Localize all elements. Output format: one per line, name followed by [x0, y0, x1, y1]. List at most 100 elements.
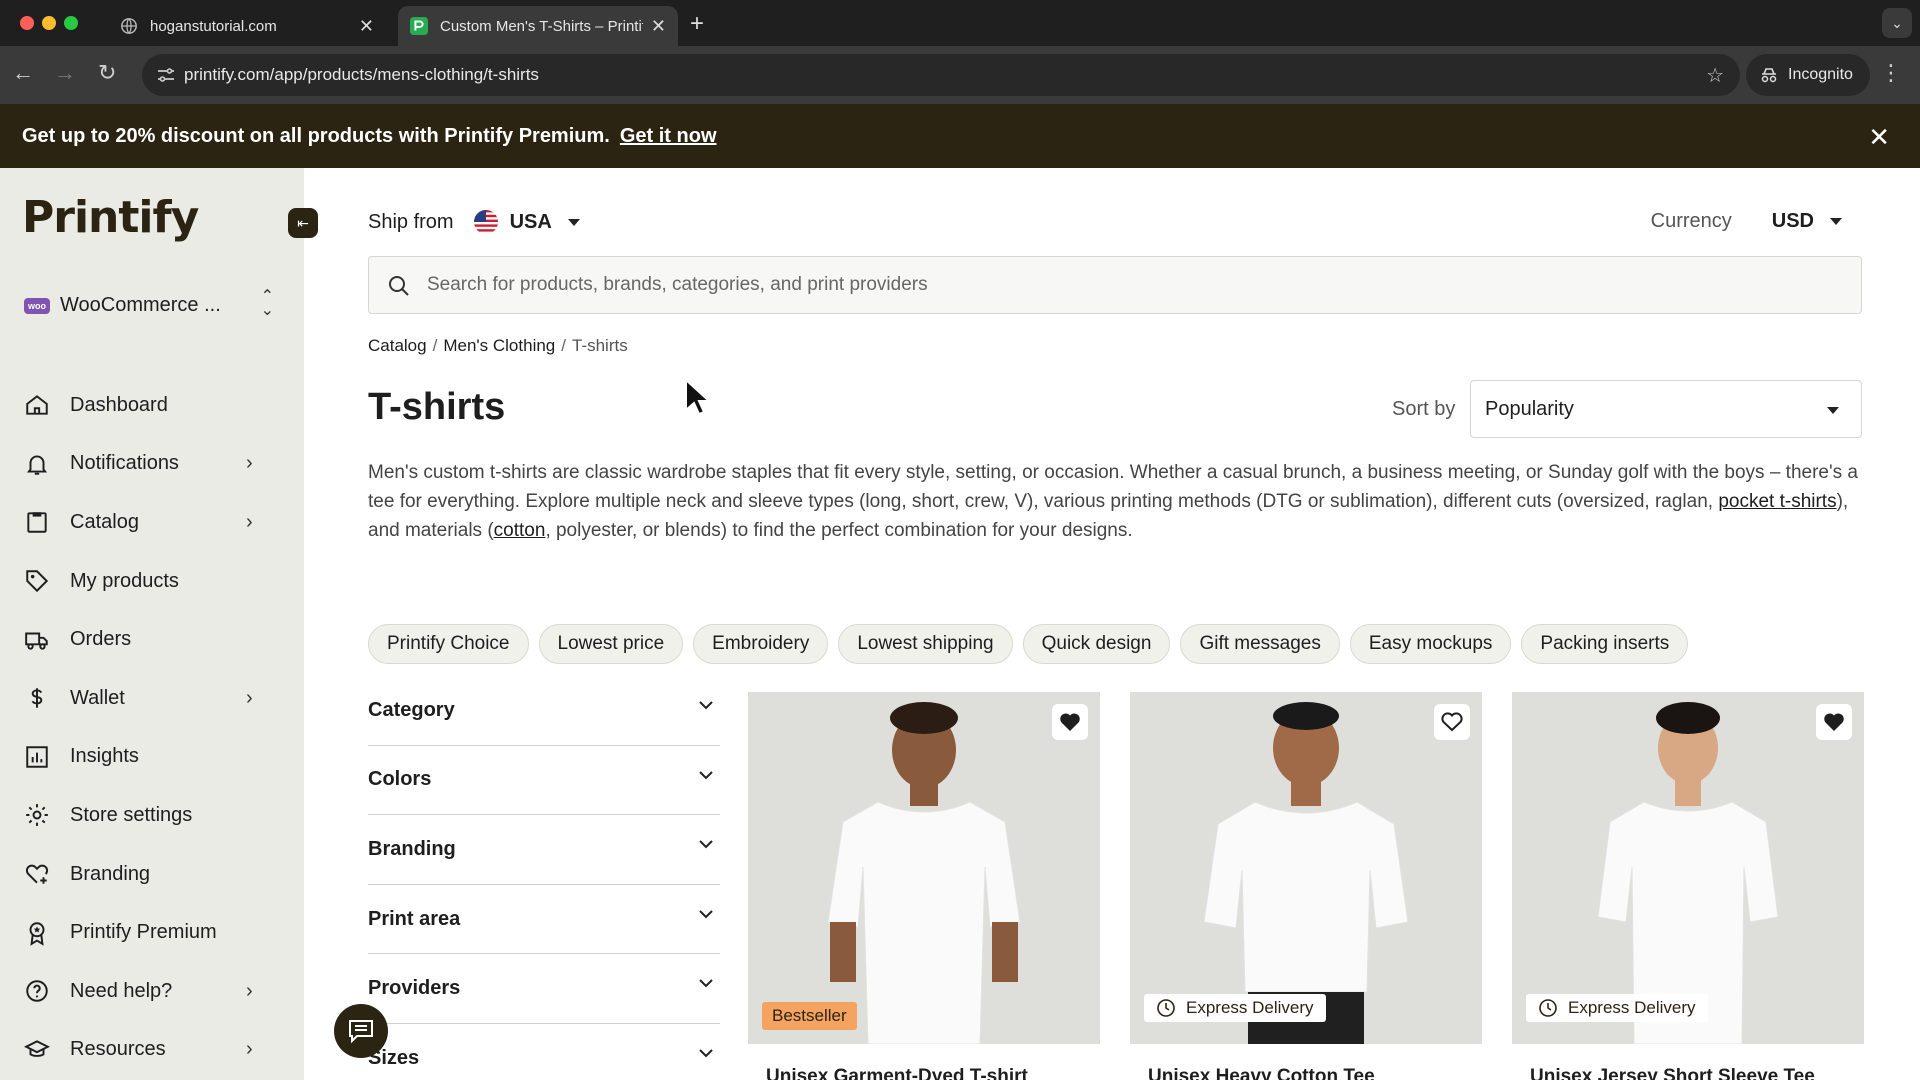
sidebar-item-dashboard[interactable]: Dashboard: [0, 376, 304, 435]
caret-down-icon: [1830, 218, 1842, 225]
globe-icon: [121, 18, 137, 34]
filter-panel: Category Colors Branding Print area Prov…: [368, 676, 720, 1080]
sort-value: Popularity: [1485, 397, 1574, 420]
product-image[interactable]: Express Delivery: [1130, 692, 1482, 1044]
sidebar-item-branding[interactable]: Branding: [0, 845, 304, 904]
product-title[interactable]: Unisex Heavy Cotton Tee: [1130, 1066, 1482, 1080]
sidebar-item-resources[interactable]: Resources ›: [0, 1021, 304, 1080]
product-card[interactable]: Express Delivery Unisex Heavy Cotton Tee: [1130, 692, 1482, 1080]
clock-icon: [1539, 999, 1557, 1017]
close-banner-icon[interactable]: ✕: [1868, 122, 1890, 153]
filter-category[interactable]: Category: [368, 676, 720, 746]
search-icon: [389, 276, 409, 296]
bookmark-star-icon[interactable]: ☆: [1706, 63, 1724, 88]
new-tab-icon[interactable]: +: [690, 10, 704, 38]
product-title[interactable]: Unisex Jersey Short Sleeve Tee: [1512, 1066, 1864, 1080]
chip-embroidery[interactable]: Embroidery: [693, 624, 829, 664]
store-switcher[interactable]: woo WooCommerce ... ⌃ ⌄: [24, 289, 274, 319]
printify-logo[interactable]: Printify: [22, 192, 199, 243]
forward-icon[interactable]: →: [54, 60, 76, 86]
search-input[interactable]: Search for products, brands, categories,…: [368, 256, 1862, 314]
chevron-updown-icon: ⌃ ⌄: [260, 288, 274, 319]
promo-banner: Get up to 20% discount on all products w…: [0, 104, 1920, 168]
incognito-indicator[interactable]: Incognito: [1746, 54, 1870, 96]
filter-print-area[interactable]: Print area: [368, 885, 720, 955]
breadcrumb-mens-clothing[interactable]: Men's Clothing: [443, 336, 555, 355]
sidebar-item-label: Notifications: [70, 452, 179, 475]
sidebar-item-label: Printify Premium: [70, 921, 217, 944]
reload-icon[interactable]: ↻: [98, 60, 116, 86]
product-image[interactable]: Express Delivery: [1512, 692, 1864, 1044]
sidebar-item-orders[interactable]: Orders: [0, 610, 304, 669]
filter-sizes[interactable]: Sizes: [368, 1024, 720, 1080]
model-tshirt-illustration: [1597, 702, 1779, 1044]
breadcrumb-catalog[interactable]: Catalog: [368, 336, 427, 355]
sidebar-item-notifications[interactable]: Notifications ›: [0, 435, 304, 494]
back-icon[interactable]: ←: [12, 60, 34, 86]
bestseller-badge: Bestseller: [762, 1002, 857, 1030]
award-icon: [29, 921, 45, 946]
chip-printify-choice[interactable]: Printify Choice: [368, 624, 529, 664]
us-flag-icon: [473, 210, 498, 234]
chip-easy-mockups[interactable]: Easy mockups: [1349, 624, 1512, 664]
filter-colors[interactable]: Colors: [368, 746, 720, 816]
printify-favicon-icon: [410, 17, 428, 35]
chip-gift-messages[interactable]: Gift messages: [1180, 624, 1340, 664]
maximize-window-button[interactable]: [64, 16, 78, 30]
sidebar-item-catalog[interactable]: Catalog ›: [0, 493, 304, 552]
sort-select[interactable]: Popularity: [1470, 380, 1862, 438]
close-tab-icon[interactable]: ✕: [651, 16, 666, 37]
heart-plus-icon: [25, 864, 49, 884]
bell-icon: [26, 455, 48, 475]
sidebar-item-insights[interactable]: Insights: [0, 728, 304, 787]
favorite-heart-outline-icon[interactable]: [1434, 704, 1470, 740]
browser-tab-inactive[interactable]: hoganstutorial.com ✕: [108, 6, 386, 46]
browser-menu-icon[interactable]: ⋮: [1880, 60, 1902, 86]
filter-chips: Printify Choice Lowest price Embroidery …: [368, 624, 1689, 664]
favorite-heart-icon[interactable]: [1052, 704, 1088, 740]
ship-from-value: USA: [509, 210, 552, 233]
sidebar-item-label: Store settings: [70, 803, 193, 826]
cotton-link[interactable]: cotton: [494, 520, 546, 541]
sidebar-item-wallet[interactable]: Wallet ›: [0, 669, 304, 728]
chevron-right-icon: ›: [246, 510, 253, 533]
chart-icon: [26, 746, 48, 768]
ship-from-label: Ship from: [368, 210, 454, 233]
chip-quick-design[interactable]: Quick design: [1022, 624, 1171, 664]
chevron-down-icon: [699, 770, 713, 780]
incognito-label: Incognito: [1788, 66, 1853, 83]
sidebar-item-need-help[interactable]: Need help? ›: [0, 962, 304, 1021]
search-placeholder: Search for products, brands, categories,…: [427, 274, 928, 295]
sidebar: Printify ⇤ woo WooCommerce ... ⌃ ⌄ Dashbo…: [0, 168, 318, 1080]
tab-search-chevron-icon[interactable]: ⌄: [1882, 8, 1912, 38]
filter-branding[interactable]: Branding: [368, 815, 720, 885]
minimize-window-button[interactable]: [42, 16, 56, 30]
site-settings-icon[interactable]: [156, 66, 176, 84]
chip-packing-inserts[interactable]: Packing inserts: [1521, 624, 1689, 664]
address-bar[interactable]: printify.com/app/products/mens-clothing/…: [142, 54, 1740, 96]
promo-link[interactable]: Get it now: [620, 125, 717, 148]
product-title[interactable]: Unisex Garment-Dyed T-shirt: [748, 1066, 1100, 1080]
ship-from-selector[interactable]: Ship from USA: [368, 210, 580, 234]
currency-selector[interactable]: Currency USD: [1651, 210, 1842, 233]
sidebar-item-printify-premium[interactable]: Printify Premium: [0, 903, 304, 962]
express-delivery-badge: Express Delivery: [1526, 994, 1708, 1022]
sidebar-item-store-settings[interactable]: Store settings: [0, 786, 304, 845]
product-card[interactable]: Express Delivery Unisex Jersey Short Sle…: [1512, 692, 1864, 1080]
chevron-right-icon: ›: [246, 452, 253, 475]
pocket-tshirts-link[interactable]: pocket t-shirts: [1718, 491, 1836, 512]
chip-lowest-price[interactable]: Lowest price: [538, 624, 684, 664]
chip-lowest-shipping[interactable]: Lowest shipping: [838, 624, 1013, 664]
close-tab-icon[interactable]: ✕: [359, 16, 374, 37]
favorite-heart-icon[interactable]: [1816, 704, 1852, 740]
product-card[interactable]: Bestseller Unisex Garment-Dyed T-shirt: [748, 692, 1100, 1080]
model-tshirt-illustration: [827, 702, 1021, 1044]
chat-support-button[interactable]: [334, 1004, 388, 1058]
main-content: Ship from USA Currency USD Search for pr…: [304, 168, 1920, 1080]
sidebar-item-my-products[interactable]: My products: [0, 552, 304, 611]
close-window-button[interactable]: [20, 16, 34, 30]
browser-tab-active[interactable]: Custom Men's T-Shirts – Printify ✕: [398, 6, 678, 46]
filter-providers[interactable]: Providers: [368, 954, 720, 1024]
collapse-sidebar-button[interactable]: ⇤: [288, 208, 318, 238]
product-image[interactable]: Bestseller: [748, 692, 1100, 1044]
